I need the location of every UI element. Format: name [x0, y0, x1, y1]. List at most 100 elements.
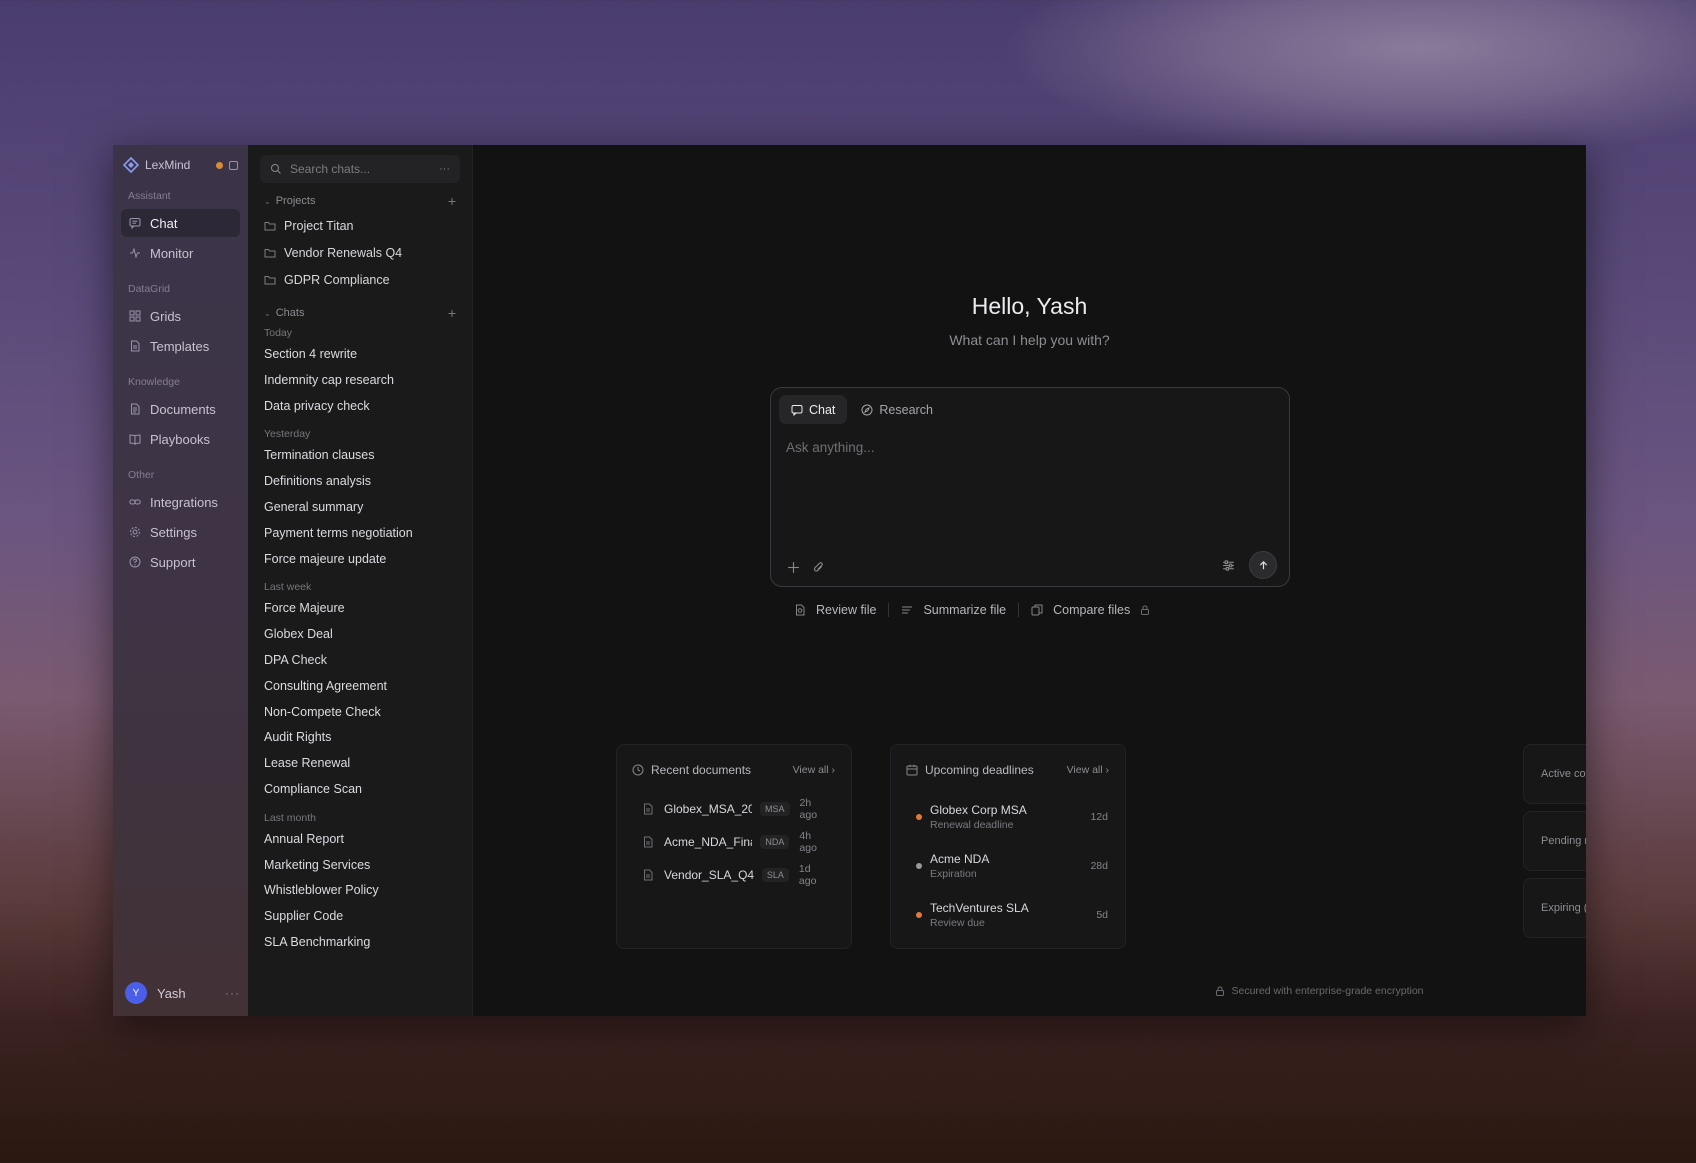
chat-history-item[interactable]: Consulting Agreement [260, 674, 460, 700]
projects-header[interactable]: ⌄ Projects + [260, 192, 460, 210]
document-row[interactable]: Acme_NDA_Final.docx NDA 4h ago [617, 825, 851, 858]
chats-label: Chats [275, 307, 305, 319]
card-header: Recent documents View all › [632, 760, 835, 780]
project-item[interactable]: Vendor Renewals Q4 [260, 239, 460, 266]
nav-item-label: Documents [150, 401, 216, 417]
nav-item-grids[interactable]: Grids [121, 302, 240, 330]
book-icon [129, 433, 141, 445]
stat-card[interactable]: Pending review6 overdue34 [1523, 811, 1586, 871]
search-input[interactable] [290, 162, 439, 176]
chat-history-item[interactable]: Force majeure update [260, 547, 460, 573]
chat-history-item[interactable]: General summary [260, 495, 460, 521]
prompt-input[interactable] [786, 440, 1276, 520]
chat-history-item[interactable]: Termination clauses [260, 443, 460, 469]
deadline-days: 28d [1090, 859, 1108, 872]
chat-history-item[interactable]: Section 4 rewrite [260, 342, 460, 368]
project-item[interactable]: Project Titan [260, 212, 460, 239]
attach-icon[interactable] [812, 561, 825, 574]
stat-card[interactable]: Expiring (30d)3 auto-renew8 [1523, 878, 1586, 938]
add-icon[interactable] [787, 561, 800, 574]
nav-item-label: Support [150, 554, 196, 570]
chat-history-item[interactable]: DPA Check [260, 648, 460, 674]
tab-chat[interactable]: Chat [779, 395, 848, 424]
summarize-file-button[interactable]: Summarize file [889, 599, 1018, 621]
chat-history-item[interactable]: Lease Renewal [260, 751, 460, 777]
file-type-badge: MSA [760, 801, 790, 816]
document-row[interactable]: Vendor_SLA_Q4.pdf SLA 1d ago [617, 858, 851, 891]
chat-history-item[interactable]: Annual Report [260, 827, 460, 853]
avatar: Y [125, 982, 147, 1004]
copy-icon [1031, 604, 1043, 616]
view-all-link[interactable]: View all › [1067, 764, 1109, 776]
tab-research[interactable]: Research [849, 395, 945, 424]
chat-icon [791, 404, 803, 416]
settings-sliders-icon[interactable] [1222, 559, 1235, 572]
chat-history-item[interactable]: Supplier Code [260, 904, 460, 930]
stat-label: Pending review [1541, 835, 1586, 847]
nav-section-label: DataGrid [128, 283, 171, 295]
chat-history-item[interactable]: Indemnity cap research [260, 368, 460, 394]
deadlines-list: Globex Corp MSA Renewal deadline 12d Acme N… [891, 792, 1125, 939]
nav-item-playbooks[interactable]: Playbooks [121, 425, 240, 453]
document-row[interactable]: Globex_MSA_2025 MSA 2h ago [617, 792, 851, 825]
send-button[interactable] [1249, 551, 1277, 579]
notification-dot-icon[interactable] [216, 161, 223, 169]
deadline-name: Globex Corp MSA [930, 802, 1027, 817]
chat-history-item[interactable]: Non-Compete Check [260, 700, 460, 726]
help-icon [129, 556, 141, 568]
chat-history-item[interactable]: Definitions analysis [260, 469, 460, 495]
view-all-link[interactable]: View all › [793, 764, 835, 776]
grid-icon [129, 310, 141, 322]
deadline-row[interactable]: Acme NDA Expiration 28d [891, 841, 1125, 890]
chat-history-item[interactable]: Whistleblower Policy [260, 878, 460, 904]
chat-history-item[interactable]: Audit Rights [260, 725, 460, 751]
nav-item-documents[interactable]: Documents [121, 395, 240, 423]
deadline-name: Acme NDA [930, 851, 990, 866]
deadline-row[interactable]: Globex Corp MSA Renewal deadline 12d [891, 792, 1125, 841]
file-timestamp: 1d ago [798, 862, 817, 887]
project-item[interactable]: GDPR Compliance [260, 266, 460, 293]
nav-item-label: Integrations [150, 494, 218, 510]
logo-icon [123, 157, 139, 173]
nav-item-support[interactable]: Support [121, 548, 240, 576]
quick-action-label: Summarize file [923, 603, 1007, 617]
chat-history-item[interactable]: SLA Benchmarking [260, 930, 460, 956]
sidebar-toggle-icon[interactable] [229, 160, 238, 170]
nav-item-integrations[interactable]: Integrations [121, 488, 240, 516]
arrow-up-icon [1259, 560, 1267, 569]
chat-icon [129, 217, 141, 229]
chat-history-item[interactable]: Force Majeure [260, 596, 460, 622]
chat-history-item[interactable]: Globex Deal [260, 622, 460, 648]
add-chat-icon[interactable]: + [448, 305, 456, 321]
nav-item-monitor[interactable]: Monitor [121, 239, 240, 267]
nav-item-chat[interactable]: Chat [121, 209, 240, 237]
quick-action-label: Review file [816, 603, 877, 617]
lock-icon [1215, 986, 1225, 996]
security-note: Secured with enterprise-grade encryption [473, 985, 1586, 997]
stat-card[interactable]: Active contracts+12 this week1,247 [1523, 744, 1586, 804]
deadline-days: 5d [1096, 908, 1108, 921]
user-more-icon[interactable]: ··· [225, 986, 240, 1000]
nav-item-settings[interactable]: Settings [121, 518, 240, 546]
deadline-row[interactable]: TechVentures SLA Review due 5d [891, 890, 1125, 939]
chat-history-item[interactable]: Compliance Scan [260, 777, 460, 803]
date-group-label: Last month [264, 811, 316, 824]
review-file-button[interactable]: Review file [782, 599, 888, 621]
status-dot-icon [916, 911, 922, 918]
compare-files-button[interactable]: Compare files [1019, 599, 1162, 621]
chat-history-item[interactable]: Marketing Services [260, 853, 460, 879]
nav-item-label: Settings [150, 524, 197, 540]
add-project-icon[interactable]: + [448, 193, 456, 209]
search-more-icon[interactable]: ··· [439, 163, 450, 175]
deadlines-card: Upcoming deadlines View all › Globex Cor… [890, 744, 1126, 949]
file-icon [642, 803, 654, 815]
chevron-down-icon: ⌄ [264, 308, 271, 318]
chat-history-item[interactable]: Data privacy check [260, 394, 460, 420]
file-name: Acme_NDA_Final.docx [664, 834, 752, 849]
user-menu[interactable]: Y Yash ··· [125, 982, 240, 1004]
recent-documents-card: Recent documents View all › Globex_MSA_2… [616, 744, 852, 949]
chats-header[interactable]: ⌄ Chats + [260, 304, 460, 322]
chat-history-item[interactable]: Payment terms negotiation [260, 521, 460, 547]
security-text: Secured with enterprise-grade encryption [1231, 985, 1424, 997]
nav-item-templates[interactable]: Templates [121, 332, 240, 360]
